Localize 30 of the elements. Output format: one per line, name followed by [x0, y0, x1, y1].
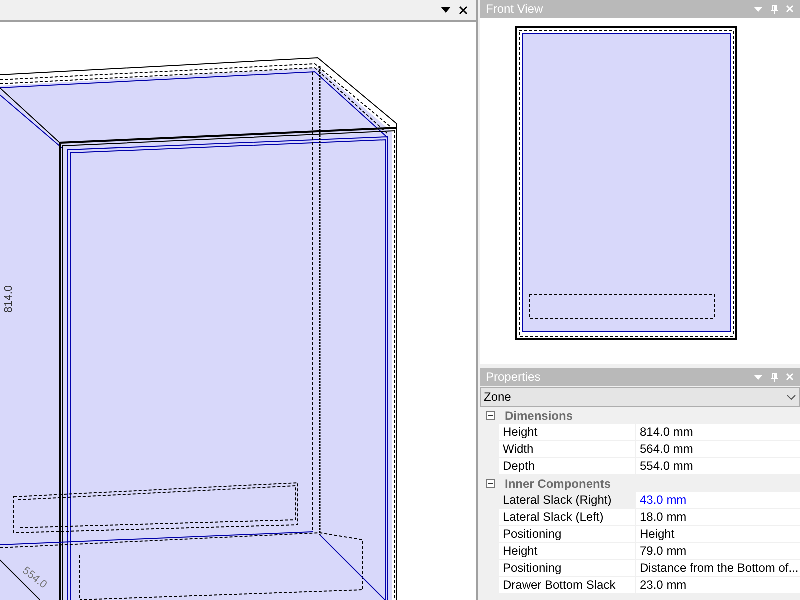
- dimension-label: 814.0: [3, 285, 15, 313]
- property-name[interactable]: Height: [499, 424, 636, 441]
- property-name[interactable]: Positioning: [499, 560, 636, 577]
- panel-title: Front View: [486, 1, 544, 18]
- collapse-icon[interactable]: [486, 479, 495, 488]
- property-name[interactable]: Depth: [499, 458, 636, 475]
- property-name[interactable]: Height: [499, 543, 636, 560]
- property-value[interactable]: Height: [636, 526, 800, 543]
- category-label: Dimensions: [505, 408, 574, 424]
- collapse-icon[interactable]: [486, 411, 495, 420]
- panel-title: Properties: [486, 369, 541, 386]
- property-name[interactable]: Positioning: [499, 526, 636, 543]
- property-value[interactable]: 18.0 mm: [636, 509, 800, 526]
- property-value[interactable]: 23.0 mm: [636, 577, 800, 594]
- property-value[interactable]: 554.0 mm: [636, 458, 800, 475]
- close-icon[interactable]: [459, 6, 468, 14]
- dropdown-icon[interactable]: [441, 7, 451, 13]
- property-name[interactable]: Drawer Bottom Slack: [499, 577, 636, 594]
- object-selector[interactable]: Zone: [480, 387, 800, 407]
- category-label: Inner Components: [505, 476, 612, 492]
- pin-icon[interactable]: [771, 372, 778, 382]
- property-value[interactable]: 814.0 mm: [636, 424, 800, 441]
- property-value[interactable]: 564.0 mm: [636, 441, 800, 458]
- pin-icon[interactable]: [771, 4, 778, 14]
- property-value[interactable]: 43.0 mm: [636, 492, 800, 509]
- property-value[interactable]: Distance from the Bottom of...: [636, 560, 800, 577]
- property-name[interactable]: Lateral Slack (Left): [499, 509, 636, 526]
- property-name[interactable]: Width: [499, 441, 636, 458]
- chevron-down-icon: [787, 394, 796, 400]
- property-value[interactable]: 79.0 mm: [636, 543, 800, 560]
